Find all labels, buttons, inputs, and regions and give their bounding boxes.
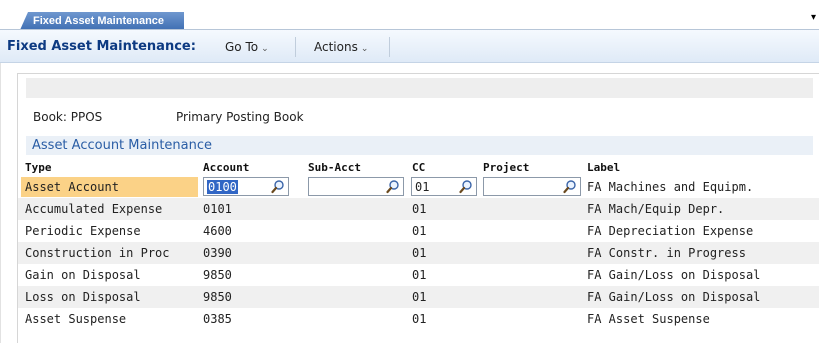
cc-cell: 01 — [412, 312, 427, 326]
table-row[interactable]: Periodic Expense 4600 01 FA Depreciation… — [18, 220, 819, 242]
magnifier-icon[interactable] — [386, 179, 400, 194]
tab-menu-arrow-icon[interactable]: ▾ — [811, 12, 816, 24]
account-cell: 0390 — [203, 246, 232, 260]
column-header-type: Type — [25, 161, 52, 174]
menu-separator — [389, 37, 390, 57]
tab-fixed-asset-maintenance[interactable]: Fixed Asset Maintenance — [20, 12, 184, 30]
type-cell: Accumulated Expense — [25, 202, 163, 216]
account-field[interactable]: 0100 — [203, 177, 289, 196]
column-header-sub-acct: Sub-Acct — [308, 161, 361, 174]
page-title: Fixed Asset Maintenance: — [7, 39, 196, 54]
column-header-project: Project — [483, 161, 530, 174]
tab-label: Fixed Asset Maintenance — [33, 15, 165, 27]
book-name: Primary Posting Book — [176, 110, 304, 124]
account-cell: 4600 — [203, 224, 232, 238]
column-header-cc: CC — [412, 161, 426, 174]
magnifier-icon[interactable] — [459, 179, 473, 194]
tab-strip: Fixed Asset Maintenance ▾ — [0, 0, 819, 30]
type-cell: Asset Account — [25, 180, 119, 194]
actions-menu-label: Actions — [314, 40, 358, 54]
cc-cell: 01 — [412, 202, 427, 216]
table-row[interactable]: Asset Suspense 0385 01 FA Asset Suspense — [18, 308, 819, 330]
type-cell: Periodic Expense — [25, 224, 141, 238]
account-value: 0100 — [207, 180, 238, 194]
goto-menu-label: Go To — [225, 40, 259, 54]
cc-cell: 01 — [412, 246, 427, 260]
account-cell: 0385 — [203, 312, 232, 326]
label-cell: FA Gain/Loss on Disposal — [587, 290, 761, 304]
type-cell: Gain on Disposal — [25, 268, 141, 282]
cc-field[interactable]: 01 — [411, 177, 477, 196]
title-bar: Fixed Asset Maintenance: Go To ⌄ Actions ⌄ — [0, 30, 819, 63]
project-field[interactable] — [483, 177, 581, 196]
table-row[interactable]: Gain on Disposal 9850 01 FA Gain/Loss on… — [18, 264, 819, 286]
table-row[interactable]: Loss on Disposal 9850 01 FA Gain/Loss on… — [18, 286, 819, 308]
chevron-down-icon: ⌄ — [261, 44, 269, 54]
table-header: Type Account Sub-Acct CC Project Label — [18, 158, 819, 176]
sub-acct-field[interactable] — [308, 177, 404, 196]
table-row[interactable]: Accumulated Expense 0101 01 FA Mach/Equi… — [18, 198, 819, 220]
label-cell: FA Asset Suspense — [587, 312, 710, 326]
cc-value: 01 — [415, 180, 430, 194]
label-cell: FA Mach/Equip Depr. — [587, 202, 725, 216]
cc-cell: 01 — [412, 290, 427, 304]
magnifier-icon[interactable] — [563, 179, 577, 194]
label-cell: FA Gain/Loss on Disposal — [587, 268, 761, 282]
panel-header-bar — [26, 78, 813, 98]
type-cell: Construction in Proc — [25, 246, 170, 260]
actions-menu[interactable]: Actions ⌄ — [314, 40, 368, 54]
section-title: Asset Account Maintenance — [32, 138, 213, 153]
type-cell: Asset Suspense — [25, 312, 127, 326]
chevron-down-icon: ⌄ — [360, 44, 369, 54]
section-header: Asset Account Maintenance — [26, 136, 813, 155]
cc-cell: 01 — [412, 224, 427, 238]
label-cell: FA Constr. in Progress — [587, 246, 746, 260]
account-cell: 9850 — [203, 268, 232, 282]
book-label: Book: PPOS — [33, 110, 103, 124]
left-edge — [0, 63, 1, 343]
magnifier-icon[interactable] — [271, 179, 285, 194]
table-row[interactable]: Construction in Proc 0390 01 FA Constr. … — [18, 242, 819, 264]
type-cell: Loss on Disposal — [25, 290, 141, 304]
label-cell: FA Depreciation Expense — [587, 224, 754, 238]
account-cell: 0101 — [203, 202, 232, 216]
column-header-label: Label — [587, 161, 621, 174]
label-cell: FA Machines and Equipm. — [587, 180, 754, 194]
cc-cell: 01 — [412, 268, 427, 282]
menu-separator — [295, 37, 296, 57]
goto-menu[interactable]: Go To ⌄ — [225, 40, 269, 54]
column-header-account: Account — [203, 161, 250, 174]
main-panel: Book: PPOS Primary Posting Book Asset Ac… — [17, 73, 819, 343]
table-row-edit[interactable]: Asset Account 0100 01 FA Machines and Eq… — [18, 176, 819, 198]
account-cell: 9850 — [203, 290, 232, 304]
